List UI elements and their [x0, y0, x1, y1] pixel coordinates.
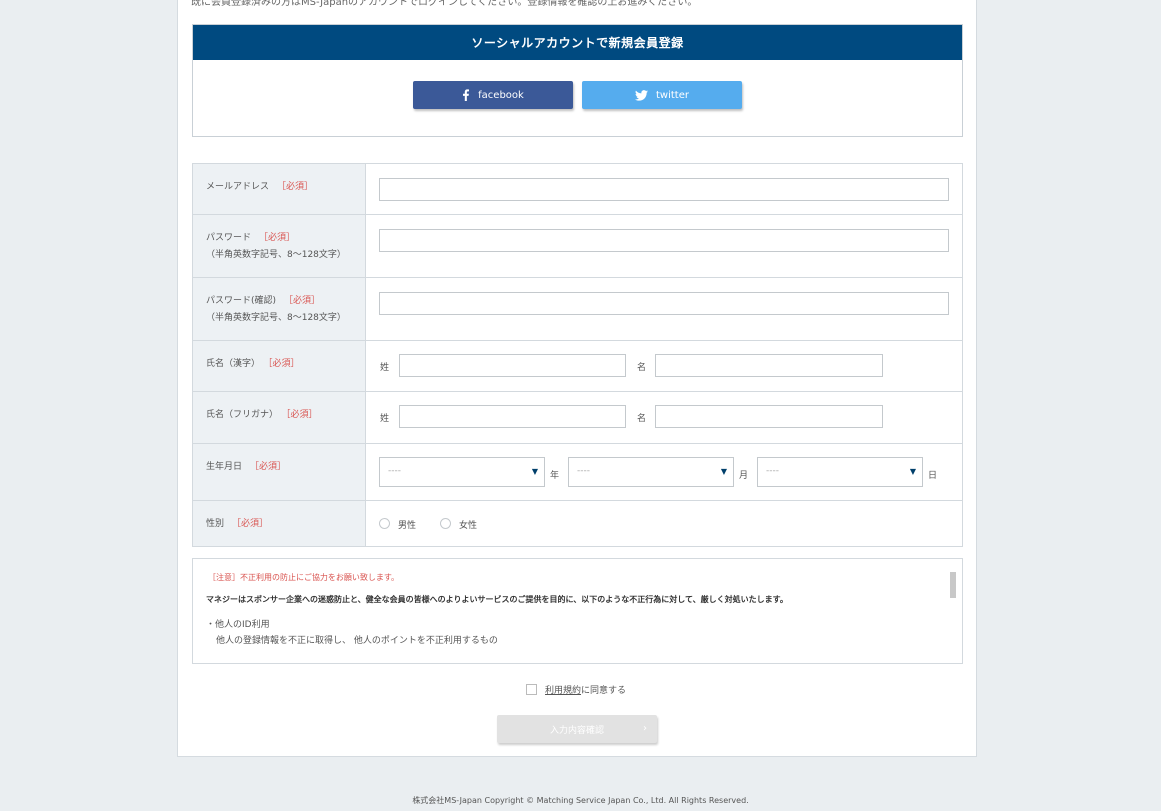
required-mark: ［必須］ [259, 233, 296, 243]
chevron-down-icon: ▼ [909, 467, 916, 476]
notice-title: ［注意］不正利用の防止にご協力をお願い致します。 [208, 573, 400, 582]
last-name-kanji-input[interactable] [399, 354, 626, 377]
name-kana-label: 氏名（フリガナ） [206, 410, 279, 420]
confirm-input-button[interactable]: 入力内容確認 › [497, 715, 657, 743]
chevron-right-icon: › [643, 723, 647, 734]
notice-item: ・他人のID利用 [206, 620, 270, 630]
birth-month-select[interactable]: ---- ▼ [568, 457, 734, 487]
required-mark: ［必須］ [250, 462, 287, 472]
required-mark: ［必須］ [232, 519, 269, 529]
first-name-kanji-input[interactable] [655, 354, 883, 377]
birth-month-value: ---- [577, 466, 590, 476]
email-input[interactable] [379, 178, 949, 201]
social-signup-title: ソーシャルアカウントで新規会員登録 [193, 25, 962, 60]
birth-day-value: ---- [766, 466, 779, 476]
notice-body: マネジーはスポンサー企業への迷惑防止と、健全な会員の皆様へのよりよいサービスのご… [206, 595, 788, 604]
last-name-prefix: 姓 [380, 363, 390, 373]
male-radio[interactable] [379, 518, 390, 529]
agree-checkbox[interactable] [526, 684, 537, 695]
first-name-prefix: 名 [637, 363, 647, 373]
intro-text: 既に会員登録済みの方はMS-Japanのアカウントでログインしてください。登録情… [191, 0, 698, 8]
birthday-label: 生年月日 [206, 462, 243, 472]
required-mark: ［必須］ [284, 296, 321, 306]
facebook-label: facebook [478, 89, 524, 101]
footer-copyright: 株式会社MS-Japan Copyright © Matching Servic… [412, 796, 749, 805]
name-kana-row: 氏名（フリガナ） ［必須］ 姓 名 [193, 391, 962, 443]
required-mark: ［必須］ [277, 182, 314, 192]
last-name-kana-input[interactable] [399, 405, 626, 428]
required-mark: ［必須］ [286, 410, 318, 420]
email-label: メールアドレス [206, 182, 270, 192]
day-suffix: 日 [928, 471, 938, 481]
confirm-input-label: 入力内容確認 [549, 725, 604, 736]
twitter-label: twitter [656, 89, 689, 101]
email-row: メールアドレス ［必須］ [193, 164, 962, 214]
terms-notice-box[interactable]: ［注意］不正利用の防止にご協力をお願い致します。 マネジーはスポンサー企業への迷… [192, 558, 963, 664]
password-row: パスワード ［必須］ （半角英数字記号、8～128文字） [193, 214, 962, 277]
twitter-icon [635, 89, 648, 101]
gender-row: 性別 ［必須］ 男性 女性 [193, 500, 962, 546]
agree-suffix: に同意する [581, 686, 627, 696]
gender-label: 性別 [206, 519, 225, 529]
month-suffix: 月 [739, 471, 749, 481]
password-note: （半角英数字記号、8～128文字） [206, 250, 346, 260]
name-kanji-label: 氏名（漢字） [206, 359, 261, 369]
facebook-icon [462, 89, 470, 101]
birth-day-select[interactable]: ---- ▼ [757, 457, 923, 487]
female-radio[interactable] [440, 518, 451, 529]
notice-scrollbar[interactable] [950, 572, 956, 598]
terms-agreement: 利用規約 に同意する [526, 683, 626, 696]
female-label: 女性 [459, 521, 478, 531]
registration-form: メールアドレス ［必須］ パスワード ［必須］ （半角英数字記号、8～128文字） … [192, 163, 963, 547]
last-name-prefix: 姓 [380, 414, 390, 424]
male-label: 男性 [398, 521, 417, 531]
required-mark: ［必須］ [268, 359, 300, 369]
password-confirm-note: （半角英数字記号、8～128文字） [206, 313, 346, 323]
name-kanji-row: 氏名（漢字） ［必須］ 姓 名 [193, 340, 962, 391]
password-confirm-row: パスワード(確認) ［必須］ （半角英数字記号、8～128文字） [193, 277, 962, 340]
chevron-down-icon: ▼ [720, 467, 727, 476]
notice-item-detail: 他人の登録情報を不正に取得し、 他人のポイントを不正利用するもの [216, 636, 498, 646]
password-confirm-input[interactable] [379, 292, 949, 315]
password-input[interactable] [379, 229, 949, 252]
social-signup-box: ソーシャルアカウントで新規会員登録 facebook twitter [192, 24, 963, 137]
facebook-signup-button[interactable]: facebook [413, 81, 573, 109]
twitter-signup-button[interactable]: twitter [582, 81, 742, 109]
year-suffix: 年 [550, 471, 560, 481]
chevron-down-icon: ▼ [531, 467, 538, 476]
birth-year-value: ---- [388, 466, 401, 476]
terms-link[interactable]: 利用規約 [545, 683, 581, 696]
birthday-row: 生年月日 ［必須］ ---- ▼ 年 ---- ▼ 月 ---- ▼ 日 [193, 443, 962, 500]
birth-year-select[interactable]: ---- ▼ [379, 457, 545, 487]
first-name-kana-input[interactable] [655, 405, 883, 428]
password-label: パスワード [206, 233, 252, 243]
first-name-prefix: 名 [637, 414, 647, 424]
password-confirm-label: パスワード(確認) [206, 296, 277, 306]
